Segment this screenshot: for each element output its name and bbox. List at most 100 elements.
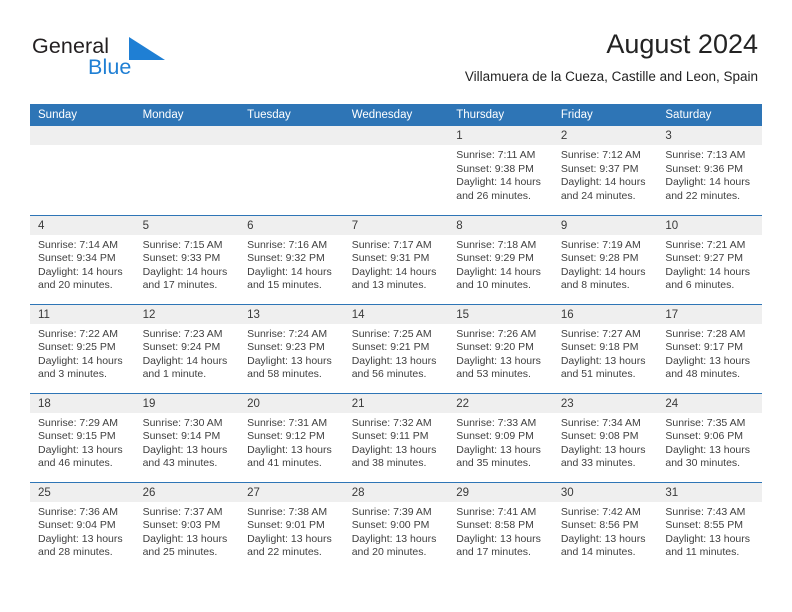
daylight-text-line1: Daylight: 13 hours [560,443,646,456]
calendar-day-cell[interactable]: 21 Sunrise: 7:32 AM Sunset: 9:11 PM Dayligh… [343,392,449,482]
calendar-week-row: 4 Sunrise: 7:14 AM Sunset: 9:34 PM Daylight… [30,214,762,304]
sunrise-text: Sunrise: 7:38 AM [247,505,328,518]
daylight-text-line2: and 28 minutes. [38,546,113,559]
day-number [30,126,135,145]
sunrise-text: Sunrise: 7:41 AM [456,505,537,518]
daylight-text-line2: and 46 minutes. [38,457,113,470]
calendar-day-cell[interactable]: 31 Sunrise: 7:43 AM Sunset: 8:55 PM Dayligh… [657,481,762,571]
calendar-day-cell[interactable]: 14 Sunrise: 7:25 AM Sunset: 9:21 PM Dayligh… [343,303,449,393]
calendar-day-cell-empty [239,126,344,215]
calendar-day-cell[interactable]: 3 Sunrise: 7:13 AM Sunset: 9:36 PM Daylight… [657,126,762,215]
day-number: 7 [343,215,449,235]
sunset-text: Sunset: 9:03 PM [142,519,221,532]
calendar-day-cell[interactable]: 6 Sunrise: 7:16 AM Sunset: 9:32 PM Daylight… [239,214,344,304]
calendar-day-cell[interactable]: 28 Sunrise: 7:39 AM Sunset: 9:00 PM Dayligh… [343,481,449,571]
weekday-header-row: Sunday Monday Tuesday Wednesday Thursday Frid… [30,104,762,126]
day-details: Sunrise: 7:41 AM Sunset: 8:58 PM Daylight:… [448,502,553,560]
calendar-body: 1 Sunrise: 7:11 AM Sunset: 9:38 PM Daylight… [30,126,762,571]
sunrise-text: Sunrise: 7:11 AM [456,149,536,161]
day-number: 6 [239,215,344,235]
daylight-text-line2: and 1 minute. [142,368,207,381]
sunrise-text: Sunrise: 7:34 AM [560,416,641,429]
day-number: 22 [448,393,553,413]
day-number: 24 [657,393,762,413]
calendar-day-cell[interactable]: 19 Sunrise: 7:30 AM Sunset: 9:14 PM Dayligh… [134,392,240,482]
calendar-day-cell[interactable]: 29 Sunrise: 7:41 AM Sunset: 8:58 PM Dayligh… [448,481,553,571]
sunset-text: Sunset: 9:25 PM [38,341,116,354]
calendar-day-cell[interactable]: 9 Sunrise: 7:19 AM Sunset: 9:28 PM Daylight… [552,214,658,304]
calendar-day-cell[interactable]: 24 Sunrise: 7:35 AM Sunset: 9:06 PM Dayligh… [657,392,762,482]
calendar-day-cell[interactable]: 13 Sunrise: 7:24 AM Sunset: 9:23 PM Dayligh… [239,303,344,393]
calendar-day-cell[interactable]: 11 Sunrise: 7:22 AM Sunset: 9:25 PM Dayligh… [30,303,135,393]
daylight-text-line2: and 15 minutes. [247,279,322,292]
daylight-text-line1: Daylight: 14 hours [142,354,228,367]
calendar-day-cell[interactable]: 4 Sunrise: 7:14 AM Sunset: 9:34 PM Daylight… [30,214,135,304]
page-header: General Blue August 2024 Villamuera de l… [0,0,792,100]
calendar-day-cell[interactable]: 8 Sunrise: 7:18 AM Sunset: 9:29 PM Daylight… [448,214,553,304]
daylight-text-line2: and 35 minutes. [456,457,531,470]
daylight-text-line1: Daylight: 13 hours [247,443,332,456]
day-details: Sunrise: 7:36 AM Sunset: 9:04 PM Daylight:… [30,502,135,560]
daylight-text-line1: Daylight: 13 hours [351,354,437,367]
day-details: Sunrise: 7:16 AM Sunset: 9:32 PM Daylight:… [239,235,344,293]
day-details: Sunrise: 7:15 AM Sunset: 9:33 PM Daylight:… [135,235,240,293]
calendar-day-cell[interactable]: 12 Sunrise: 7:23 AM Sunset: 9:24 PM Dayligh… [134,303,240,393]
daylight-text-line1: Daylight: 14 hours [665,176,751,189]
day-details [239,145,344,149]
day-details: Sunrise: 7:13 AM Sunset: 9:36 PM Daylight:… [657,145,762,203]
day-number: 1 [448,126,553,145]
day-details: Sunrise: 7:29 AM Sunset: 9:15 PM Daylight:… [30,413,135,471]
sunset-text: Sunset: 9:27 PM [665,252,744,265]
day-number: 28 [343,482,449,502]
calendar-day-cell[interactable]: 16 Sunrise: 7:27 AM Sunset: 9:18 PM Dayligh… [552,303,658,393]
calendar-day-cell[interactable]: 17 Sunrise: 7:28 AM Sunset: 9:17 PM Dayligh… [657,303,762,393]
weekday-header-wednesday: Wednesday [343,104,449,126]
calendar-day-cell[interactable]: 30 Sunrise: 7:42 AM Sunset: 8:56 PM Dayligh… [552,481,658,571]
sunrise-text: Sunrise: 7:33 AM [456,416,537,429]
sunset-text: Sunset: 9:09 PM [456,430,534,443]
day-details: Sunrise: 7:28 AM Sunset: 9:17 PM Daylight:… [657,324,762,382]
sunset-text: Sunset: 9:38 PM [456,162,534,175]
calendar-page: General Blue August 2024 Villamuera de l… [0,0,792,612]
general-blue-triangle-logo-icon [129,36,165,60]
calendar-day-cell[interactable]: 10 Sunrise: 7:21 AM Sunset: 9:27 PM Dayligh… [657,214,762,304]
calendar-day-cell[interactable]: 5 Sunrise: 7:15 AM Sunset: 9:33 PM Daylight… [134,214,240,304]
day-details: Sunrise: 7:22 AM Sunset: 9:25 PM Daylight:… [30,324,135,382]
daylight-text-line1: Daylight: 13 hours [38,532,123,545]
calendar-day-cell[interactable]: 25 Sunrise: 7:36 AM Sunset: 9:04 PM Dayligh… [30,481,135,571]
calendar-day-cell[interactable]: 20 Sunrise: 7:31 AM Sunset: 9:12 PM Dayligh… [239,392,344,482]
day-number: 3 [657,126,762,145]
sunrise-text: Sunrise: 7:16 AM [247,238,328,251]
daylight-text-line1: Daylight: 13 hours [247,354,332,367]
sunrise-text: Sunrise: 7:15 AM [142,238,223,251]
sunset-text: Sunset: 9:14 PM [142,430,221,443]
sunrise-text: Sunrise: 7:18 AM [456,238,537,251]
daylight-text-line1: Daylight: 13 hours [38,443,123,456]
sunrise-text: Sunrise: 7:14 AM [38,238,118,251]
day-details: Sunrise: 7:31 AM Sunset: 9:12 PM Daylight:… [239,413,344,471]
sunset-text: Sunset: 9:00 PM [351,519,430,532]
daylight-text-line2: and 22 minutes. [665,189,741,202]
calendar-day-cell[interactable]: 22 Sunrise: 7:33 AM Sunset: 9:09 PM Dayligh… [448,392,553,482]
daylight-text-line1: Daylight: 13 hours [665,532,751,545]
calendar-day-cell[interactable]: 15 Sunrise: 7:26 AM Sunset: 9:20 PM Dayligh… [448,303,553,393]
sunset-text: Sunset: 9:06 PM [665,430,744,443]
weekday-header-tuesday: Tuesday [239,104,344,126]
daylight-text-line1: Daylight: 14 hours [560,176,646,189]
calendar-day-cell-empty [134,126,240,215]
calendar-day-cell[interactable]: 7 Sunrise: 7:17 AM Sunset: 9:31 PM Daylight… [343,214,449,304]
calendar-day-cell[interactable]: 27 Sunrise: 7:38 AM Sunset: 9:01 PM Dayligh… [239,481,344,571]
weekday-header-friday: Friday [552,104,658,126]
calendar-day-cell[interactable]: 23 Sunrise: 7:34 AM Sunset: 9:08 PM Dayligh… [552,392,658,482]
calendar-day-cell[interactable]: 1 Sunrise: 7:11 AM Sunset: 9:38 PM Daylight… [448,126,553,215]
daylight-text-line1: Daylight: 13 hours [351,532,437,545]
brand-logo[interactable]: General Blue [32,34,212,80]
daylight-text-line2: and 33 minutes. [560,457,636,470]
calendar-day-cell[interactable]: 26 Sunrise: 7:37 AM Sunset: 9:03 PM Dayligh… [134,481,240,571]
day-details: Sunrise: 7:21 AM Sunset: 9:27 PM Daylight:… [657,235,762,293]
day-number: 20 [239,393,344,413]
daylight-text-line2: and 20 minutes. [38,279,113,292]
calendar-day-cell[interactable]: 18 Sunrise: 7:29 AM Sunset: 9:15 PM Dayligh… [30,392,135,482]
calendar-day-cell[interactable]: 2 Sunrise: 7:12 AM Sunset: 9:37 PM Daylight… [552,126,658,215]
daylight-text-line1: Daylight: 13 hours [665,354,751,367]
